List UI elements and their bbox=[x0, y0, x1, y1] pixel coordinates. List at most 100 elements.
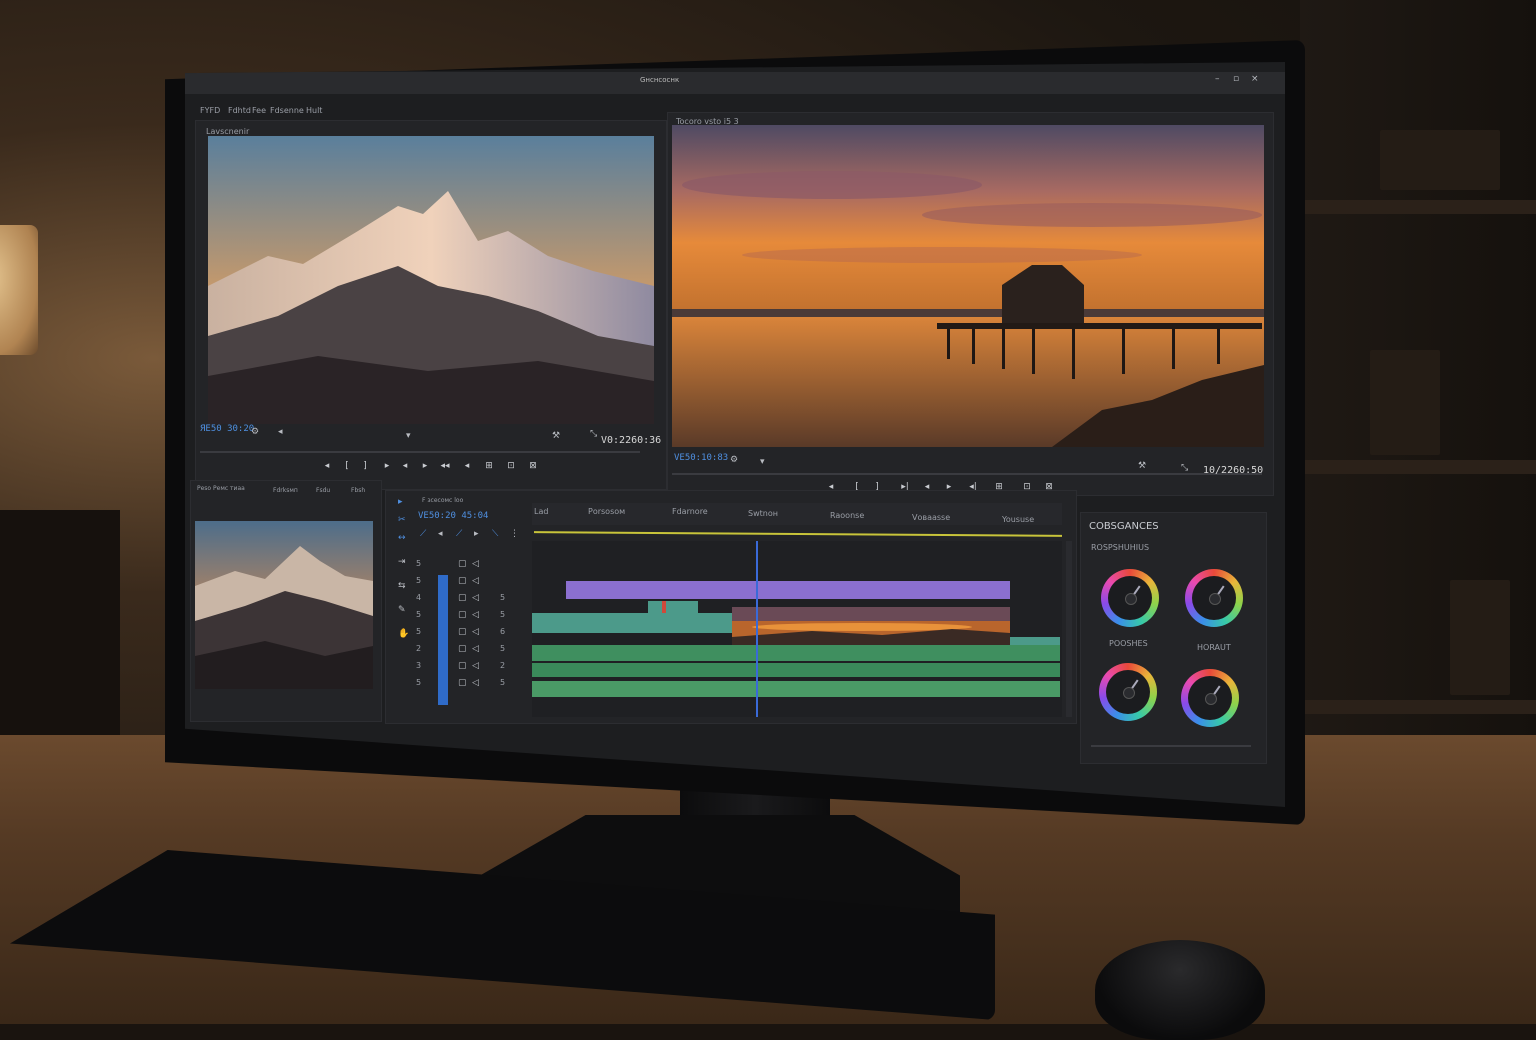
work-area-bar[interactable] bbox=[533, 531, 1063, 537]
speaker-icon[interactable]: ◁ bbox=[472, 627, 479, 637]
color-wheel-offset[interactable] bbox=[1181, 669, 1239, 727]
back-button[interactable]: ◂ bbox=[461, 461, 473, 471]
speaker-icon[interactable]: ◁ bbox=[472, 661, 479, 671]
menu-item[interactable]: Fee bbox=[252, 106, 266, 115]
menu-item[interactable]: FYFD bbox=[200, 106, 220, 115]
mark-out-button[interactable]: ] bbox=[359, 461, 371, 471]
menu-item[interactable]: Hult bbox=[306, 106, 322, 115]
toggle-output-icon[interactable]: ▢ bbox=[458, 593, 467, 603]
pen-tool-icon[interactable]: ✎ bbox=[398, 605, 406, 615]
settings-icon[interactable]: ⚙ bbox=[730, 455, 738, 465]
link-icon[interactable]: ◂ bbox=[438, 529, 443, 539]
playhead-icon[interactable]: ▾ bbox=[406, 431, 411, 441]
timeline-timecode: VЕ50:20 45:04 bbox=[418, 511, 489, 521]
close-icon[interactable]: × bbox=[1251, 74, 1259, 84]
playhead[interactable] bbox=[756, 541, 758, 717]
timeline-header-label: F зсеcомс lоо bbox=[422, 497, 464, 504]
speaker-icon[interactable]: ◁ bbox=[472, 559, 479, 569]
video-clip[interactable] bbox=[566, 581, 1010, 599]
toggle-output-icon[interactable]: ▢ bbox=[458, 610, 467, 620]
source-timecode-duration: V0:2260:36 bbox=[601, 435, 662, 446]
color-wheel-highlights[interactable] bbox=[1099, 663, 1157, 721]
step-back-button[interactable]: ◂ bbox=[321, 461, 333, 471]
ruler-label: Swtnон bbox=[748, 509, 778, 518]
settings-icon[interactable]: ⚙ bbox=[251, 427, 259, 437]
fit-icon[interactable]: ⤡ bbox=[1181, 463, 1188, 473]
wheel-handle[interactable] bbox=[1123, 687, 1135, 699]
tracks-area[interactable] bbox=[532, 541, 1062, 717]
track-tool-icon[interactable]: ⇥ bbox=[398, 557, 406, 567]
speaker-icon[interactable]: ◁ bbox=[472, 644, 479, 654]
wrench-icon[interactable]: ⚒ bbox=[552, 431, 560, 441]
source-monitor-panel: Lavscnenir ЯЕ50 30:20 ⚙ ◂ ▾ ⚒ ⤡ V0:2260:… bbox=[195, 120, 667, 490]
marker-icon[interactable]: ◂ bbox=[278, 427, 283, 437]
hand-tool-icon[interactable]: ✋ bbox=[398, 629, 409, 639]
track-number: 5 bbox=[416, 610, 422, 619]
source-scrub-bar[interactable] bbox=[200, 451, 640, 453]
rewind-button[interactable]: ◂◂ bbox=[439, 461, 451, 471]
dropdown-icon[interactable]: ▾ bbox=[760, 457, 765, 467]
ripple-tool-icon[interactable]: ↔ bbox=[398, 533, 406, 543]
audio-clip[interactable] bbox=[532, 681, 1060, 697]
speaker-icon[interactable]: ◁ bbox=[472, 593, 479, 603]
video-clip-sunset[interactable] bbox=[732, 607, 1010, 645]
insert-button[interactable]: ⊞ bbox=[483, 461, 495, 471]
overwrite-button[interactable]: ⊡ bbox=[505, 461, 517, 471]
fit-icon[interactable]: ⤡ bbox=[590, 429, 597, 439]
program-monitor-panel: Tocoro vsto i5 3 VЕ50:10:83 ⚙ ▾ ⚒ ⤡ 10/2… bbox=[667, 112, 1274, 496]
timeline-scrollbar[interactable] bbox=[1066, 541, 1072, 717]
ruler-label: Fdarnоre bbox=[672, 507, 708, 516]
track-number: 5 bbox=[416, 627, 422, 636]
intensity-slider[interactable] bbox=[1091, 745, 1251, 747]
maximize-icon[interactable]: ▫ bbox=[1233, 74, 1239, 84]
color-wheel-shadows[interactable] bbox=[1101, 569, 1159, 627]
program-scrub-bar[interactable] bbox=[672, 473, 1262, 475]
snap-icon[interactable]: ⟋ bbox=[420, 529, 426, 539]
toggle-output-icon[interactable]: ▢ bbox=[458, 644, 467, 654]
source-video-frame bbox=[208, 136, 654, 424]
captions-icon[interactable]: ⟍ bbox=[492, 529, 498, 539]
wrench-icon[interactable]: ⚒ bbox=[1138, 461, 1146, 471]
video-clip[interactable] bbox=[532, 613, 732, 633]
color-wheel-midtones[interactable] bbox=[1185, 569, 1243, 627]
wheel-handle[interactable] bbox=[1125, 593, 1137, 605]
wheel-label: POOSHES bbox=[1109, 639, 1148, 648]
project-tab[interactable]: Fdrksмп bbox=[273, 487, 298, 494]
track-volume-value: 5 bbox=[500, 593, 506, 602]
export-frame-button[interactable]: ⊠ bbox=[527, 461, 539, 471]
audio-clip[interactable] bbox=[532, 645, 1060, 661]
wheel-handle[interactable] bbox=[1209, 593, 1221, 605]
add-marker-icon[interactable]: ▸ bbox=[474, 529, 479, 539]
audio-clip[interactable] bbox=[532, 663, 1060, 677]
menu-item[interactable]: Fdhtd bbox=[228, 106, 251, 115]
tool-strip: ▸ ✂ ↔ ⇥ ⇆ ✎ ✋ bbox=[398, 497, 409, 687]
project-tab[interactable]: Fbsh bbox=[351, 487, 365, 494]
speaker-icon[interactable]: ◁ bbox=[472, 610, 479, 620]
menu-item[interactable]: Fdsenne bbox=[270, 106, 304, 115]
toggle-output-icon[interactable]: ▢ bbox=[458, 627, 467, 637]
prev-frame-button[interactable]: ◂ bbox=[399, 461, 411, 471]
toggle-output-icon[interactable]: ▢ bbox=[458, 559, 467, 569]
settings-icon[interactable]: ⋮ bbox=[510, 529, 519, 539]
book bbox=[1450, 580, 1510, 695]
color-panel-subtitle: ROSPSHUHIUS bbox=[1091, 543, 1150, 552]
speaker-icon[interactable]: ◁ bbox=[472, 576, 479, 586]
project-tab[interactable]: Pеsо Ремс тиаа bbox=[197, 485, 245, 492]
toggle-output-icon[interactable]: ▢ bbox=[458, 678, 467, 688]
toggle-output-icon[interactable]: ▢ bbox=[458, 576, 467, 586]
toggle-output-icon[interactable]: ▢ bbox=[458, 661, 467, 671]
razor-tool-icon[interactable]: ✂ bbox=[398, 515, 406, 525]
next-frame-button[interactable]: ▸ bbox=[419, 461, 431, 471]
wheel-handle[interactable] bbox=[1205, 693, 1217, 705]
project-tab[interactable]: Fsdu bbox=[316, 487, 330, 494]
minimize-icon[interactable]: – bbox=[1215, 74, 1220, 84]
time-ruler[interactable]: Lad Pоrsosoм Fdarnоre Swtnон Raoonse Vов… bbox=[532, 503, 1062, 525]
speaker-icon[interactable]: ◁ bbox=[472, 678, 479, 688]
clip-thumbnail[interactable] bbox=[195, 521, 373, 689]
track-number: 4 bbox=[416, 593, 422, 602]
mark-in-button[interactable]: [ bbox=[341, 461, 353, 471]
slip-tool-icon[interactable]: ⇆ bbox=[398, 581, 406, 591]
selection-tool-icon[interactable]: ▸ bbox=[398, 497, 403, 507]
play-button[interactable]: ▸ bbox=[381, 461, 393, 471]
marker-icon[interactable]: ⟋ bbox=[456, 529, 462, 539]
